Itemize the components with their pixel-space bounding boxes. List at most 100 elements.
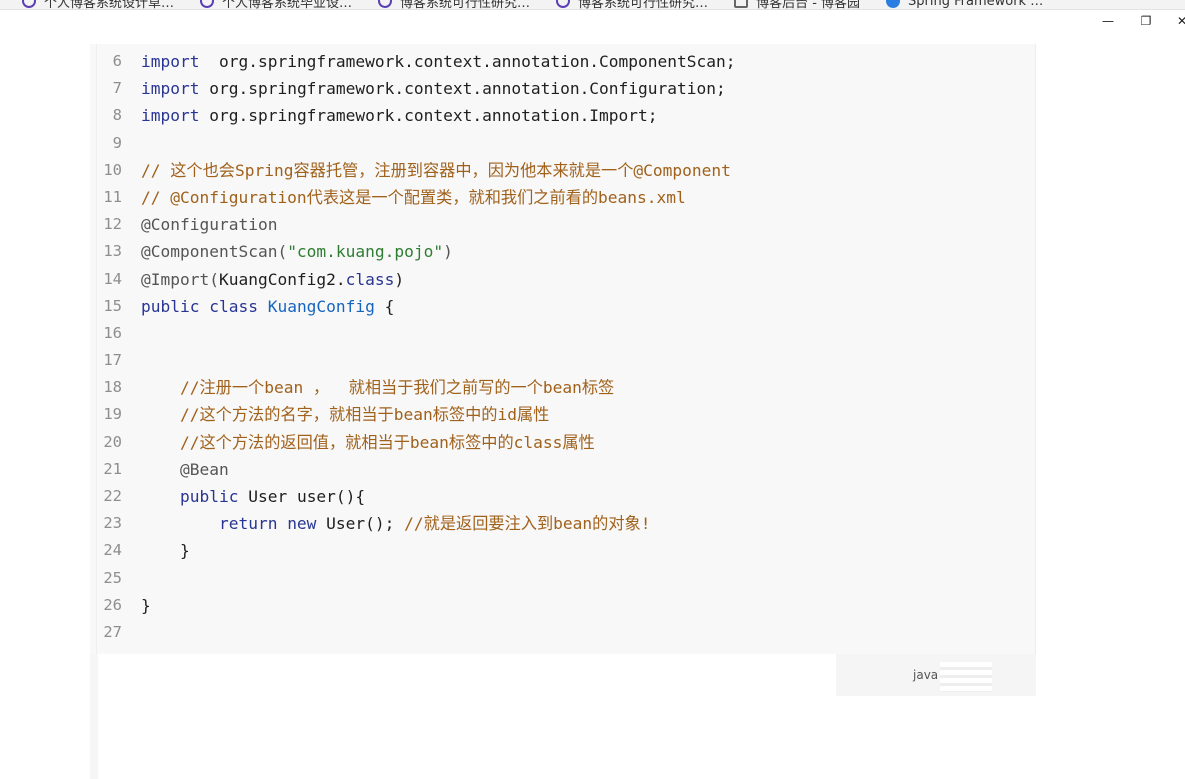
code-token: org.springframework.context.annotation.C… xyxy=(199,79,726,99)
code-text: public class KuangConfig { xyxy=(141,293,394,320)
code-token: //注册一个bean ， 就相当于我们之前写的一个bean标签 xyxy=(179,378,615,398)
code-line: 19 //这个方法的名字，就相当于bean标签中的id属性 xyxy=(90,401,1036,428)
code-text: // @Configuration代表这是一个配置类，就和我们之前看的beans… xyxy=(141,184,686,211)
code-token: { xyxy=(374,296,395,316)
bookmark-item[interactable]: 博客系统可行性研究… xyxy=(556,0,709,10)
code-line: 20 //这个方法的返回值，就相当于bean标签中的class属性 xyxy=(90,429,1036,456)
code-text: //这个方法的名字，就相当于bean标签中的id属性 xyxy=(141,401,549,428)
code-token: public xyxy=(179,487,239,506)
code-token: // @Configuration代表这是一个配置类，就和我们之前看的beans… xyxy=(141,187,686,207)
code-text: return new User(); //就是返回要注入到bean的对象! xyxy=(141,510,650,537)
bookmark-label: 个人博客系统设计草… xyxy=(44,0,175,10)
code-token: @Configuration xyxy=(141,215,278,235)
code-text: import org.springframework.context.annot… xyxy=(141,48,736,75)
code-line: 13 @ComponentScan("com.kuang.pojo") xyxy=(90,238,1036,265)
code-token: import xyxy=(141,52,200,71)
minimize-button[interactable]: — xyxy=(1098,14,1118,28)
code-line: 26} xyxy=(90,592,1036,619)
bookmark-item[interactable]: 个人博客系统毕业设… xyxy=(200,0,353,10)
code-line: 23 return new User(); //就是返回要注入到bean的对象! xyxy=(90,510,1036,537)
line-number: 23 xyxy=(103,514,122,533)
bookmark-item[interactable]: 个人博客系统设计草… xyxy=(22,0,175,10)
line-number: 27 xyxy=(103,622,122,641)
bookmark-item[interactable]: Spring Framework … xyxy=(886,0,1043,9)
shield-icon xyxy=(378,0,393,8)
code-token: ) xyxy=(443,242,453,262)
panel-edge xyxy=(90,654,98,779)
line-number: 12 xyxy=(103,215,122,234)
code-token: public class xyxy=(141,296,268,316)
code-token: import xyxy=(141,106,200,126)
code-token: "com.kuang.pojo" xyxy=(287,242,444,262)
copy-bar[interactable] xyxy=(940,662,992,692)
line-number: 21 xyxy=(103,459,122,478)
code-line: 16 xyxy=(90,320,1036,347)
line-number: 24 xyxy=(103,541,122,560)
code-token: //就是返回要注入到bean的对象! xyxy=(404,514,651,534)
bookmark-item[interactable]: 博客后台 - 博客园 xyxy=(734,0,860,9)
code-token: org.springframework.context.annotation.I… xyxy=(199,106,658,126)
code-line: 24 } xyxy=(90,537,1036,564)
code-line: 25 xyxy=(90,565,1036,592)
line-number: 18 xyxy=(103,378,122,397)
code-token: class xyxy=(345,269,395,289)
code-line: 12 @Configuration xyxy=(90,211,1036,238)
code-text: // 这个也会Spring容器托管，注册到容器中，因为他本来就是一个@Compo… xyxy=(141,157,731,184)
restore-button[interactable]: ❐ xyxy=(1136,14,1156,28)
code-line: 18 //注册一个bean ， 就相当于我们之前写的一个bean标签 xyxy=(90,374,1036,401)
bookmarks-bar: 个人博客系统设计草… 个人博客系统毕业设… 博客系统可行性研究… 博客系统可行性研究…… xyxy=(0,0,1185,10)
close-button[interactable]: ✕ xyxy=(1172,14,1185,28)
line-number: 20 xyxy=(103,432,122,451)
code-token: return new xyxy=(218,514,317,534)
shield-icon xyxy=(556,0,571,8)
line-number: 19 xyxy=(103,405,122,424)
code-line: 21 @Bean xyxy=(90,456,1036,483)
line-number: 8 xyxy=(112,106,122,125)
bookmarks-row: 个人博客系统设计草… 个人博客系统毕业设… 博客系统可行性研究… 博客系统可行性研究…… xyxy=(22,0,1069,10)
code-token: ) xyxy=(394,269,405,289)
code-lines: 6 import org.springframework.context.anno… xyxy=(90,48,1036,646)
code-text: //这个方法的返回值，就相当于bean标签中的class属性 xyxy=(141,429,595,456)
bookmark-label: Spring Framework … xyxy=(908,0,1044,9)
line-number: 7 xyxy=(112,79,122,98)
code-line: 14 @Import(KuangConfig2.class) xyxy=(90,266,1036,293)
line-number: 16 xyxy=(103,323,122,342)
code-token: } xyxy=(141,595,151,615)
code-line: 6 import org.springframework.context.anno… xyxy=(90,48,1036,75)
line-number: 10 xyxy=(103,160,122,179)
line-number: 17 xyxy=(103,351,122,370)
line-number: 6 xyxy=(112,52,122,70)
code-text: } xyxy=(141,537,190,564)
document-icon xyxy=(734,0,749,8)
code-line: 27 xyxy=(90,619,1036,646)
code-token: User(); xyxy=(316,514,405,534)
code-token: //这个方法的名字，就相当于bean标签中的id属性 xyxy=(179,405,550,425)
code-line: 7 import org.springframework.context.anno… xyxy=(90,75,1036,102)
code-token: @Import( xyxy=(141,269,219,289)
line-number: 25 xyxy=(103,568,122,587)
code-text: @Import(KuangConfig2.class) xyxy=(141,266,404,293)
bookmark-item[interactable]: 博客系统可行性研究… xyxy=(378,0,530,9)
code-token: import xyxy=(141,79,200,99)
code-text: //注册一个bean ， 就相当于我们之前写的一个bean标签 xyxy=(141,374,614,401)
code-token: User user(){ xyxy=(238,487,366,506)
code-line: 22 public User user(){ xyxy=(90,483,1036,510)
shield-icon xyxy=(22,0,36,8)
code-text: @Bean xyxy=(141,456,229,483)
code-token: //这个方法的返回值，就相当于bean标签中的class属性 xyxy=(179,432,595,452)
code-token: } xyxy=(141,541,190,561)
bookmark-label: 个人博客系统毕业设… xyxy=(222,0,353,10)
bookmark-label: 博客系统可行性研究… xyxy=(578,0,709,10)
code-line: 8 import org.springframework.context.anno… xyxy=(90,102,1036,129)
code-line: 9 xyxy=(90,130,1036,157)
line-number: 11 xyxy=(103,187,122,206)
window-title-bar: — ❐ ✕ xyxy=(0,10,1185,36)
line-number: 26 xyxy=(103,595,122,614)
line-number: 14 xyxy=(103,269,122,288)
spring-icon xyxy=(886,0,901,8)
